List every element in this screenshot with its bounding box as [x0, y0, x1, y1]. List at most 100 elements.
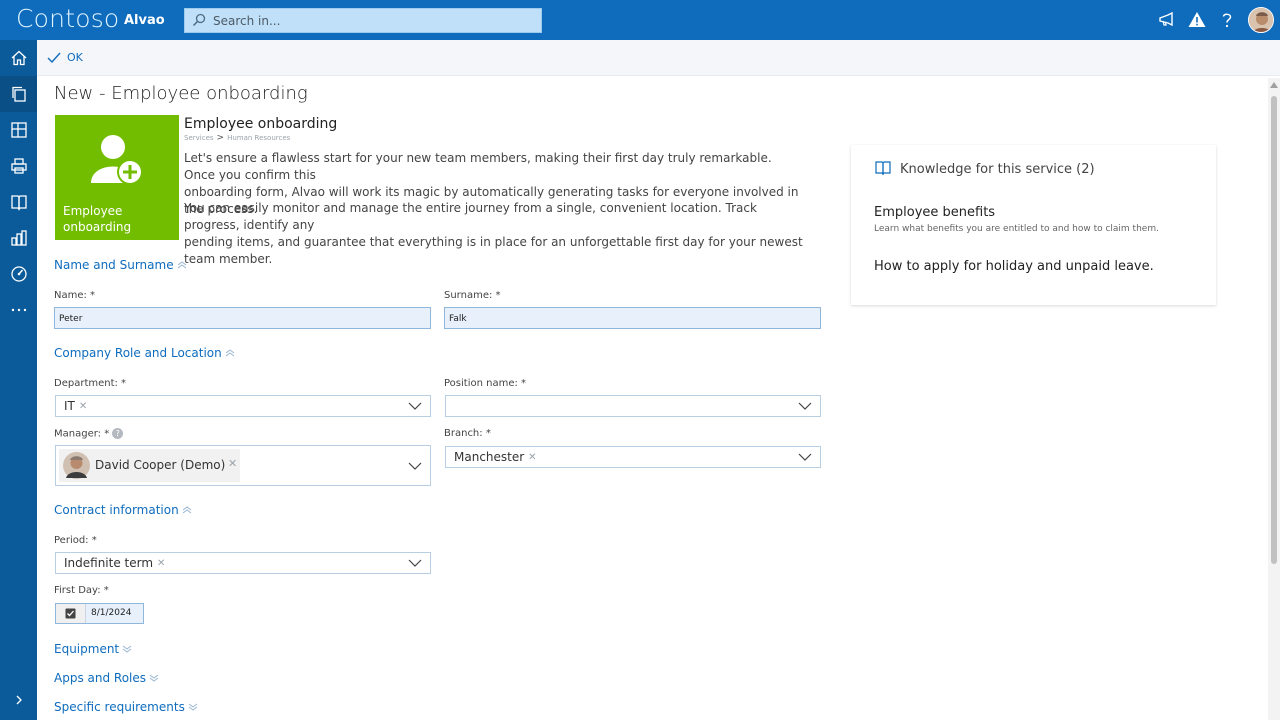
chevron-down-icon[interactable] — [408, 558, 422, 568]
manager-avatar — [63, 452, 90, 479]
gauge-icon — [10, 266, 27, 282]
brand-logo[interactable]: Contoso — [16, 4, 119, 33]
sidebar-item-dashboard[interactable] — [0, 256, 37, 292]
section-specific-requirements[interactable]: Specific requirements — [54, 700, 198, 714]
desc-line: pending items, and guarantee that everyt… — [184, 235, 803, 266]
scroll-up-icon[interactable] — [1270, 82, 1278, 88]
sidebar-item-assets[interactable] — [0, 148, 37, 184]
warning-icon[interactable] — [1187, 10, 1207, 30]
sidebar-item-knowledge[interactable] — [0, 184, 37, 220]
period-chip: Indefinite term ✕ — [64, 556, 165, 570]
knowledge-item-benefits-desc: Learn what benefits you are entitled to … — [874, 224, 1159, 234]
checkbox-checked-icon — [65, 608, 76, 619]
firstday-checkbox[interactable] — [56, 604, 86, 623]
book-icon — [875, 161, 891, 175]
chevron-down-icon[interactable] — [798, 401, 812, 411]
position-select[interactable] — [445, 395, 821, 417]
period-select[interactable]: Indefinite term ✕ — [55, 552, 431, 574]
manager-value: David Cooper (Demo) — [95, 458, 226, 472]
scroll-thumb[interactable] — [1271, 96, 1277, 564]
chevron-up-icon — [225, 349, 235, 357]
section-name-surname[interactable]: Name and Surname — [54, 258, 187, 272]
breadcrumb-services[interactable]: Services — [184, 134, 214, 142]
tile-label: Employee onboarding — [63, 204, 132, 234]
firstday-field[interactable]: 8/1/2024 — [55, 603, 144, 624]
surname-label: Surname: * — [444, 290, 501, 301]
chevron-up-icon — [182, 506, 192, 514]
ok-label: OK — [67, 51, 83, 64]
help-icon[interactable] — [1217, 10, 1237, 30]
section-apps-roles[interactable]: Apps and Roles — [54, 671, 159, 685]
section-contract[interactable]: Contract information — [54, 503, 192, 517]
service-description-2: You can easily monitor and manage the en… — [184, 200, 804, 268]
search-input[interactable] — [213, 11, 533, 31]
checkmark-icon — [47, 52, 61, 63]
search-box[interactable] — [184, 8, 542, 33]
section-title: Specific requirements — [54, 700, 185, 714]
user-avatar[interactable] — [1248, 7, 1274, 33]
chevron-down-icon[interactable] — [798, 452, 812, 462]
firstday-label: First Day: * — [54, 585, 109, 596]
app-name[interactable]: Alvao — [124, 13, 165, 28]
sidebar-expand[interactable] — [0, 682, 37, 718]
manager-chip: David Cooper (Demo) ✕ — [59, 449, 240, 482]
service-tile: Employee onboarding — [55, 115, 179, 240]
name-field[interactable]: Peter — [54, 307, 431, 329]
chevron-up-icon — [177, 261, 186, 269]
section-title: Apps and Roles — [54, 671, 147, 685]
department-select[interactable]: IT ✕ — [55, 395, 431, 417]
department-label: Department: * — [54, 378, 127, 389]
manager-select[interactable]: David Cooper (Demo) ✕ — [55, 445, 431, 486]
printer-icon — [10, 158, 27, 174]
chevron-down-icon[interactable] — [408, 401, 422, 411]
section-title: Equipment — [54, 642, 120, 656]
sidebar-item-reports[interactable] — [0, 220, 37, 256]
breadcrumb: Services > Human Resources — [184, 133, 290, 143]
sidebar-item-boards[interactable] — [0, 112, 37, 148]
home-icon — [11, 50, 26, 66]
chevron-down-icon[interactable] — [408, 461, 422, 471]
department-value: IT — [64, 399, 75, 413]
toolbar: OK — [37, 40, 1280, 76]
page-scrollbar[interactable] — [1268, 78, 1280, 720]
desc-line: You can easily monitor and manage the en… — [184, 201, 757, 232]
chart-icon — [10, 230, 27, 246]
remove-icon[interactable]: ✕ — [528, 452, 536, 463]
section-title: Name and Surname — [54, 258, 174, 272]
breadcrumb-human-resources[interactable]: Human Resources — [227, 134, 290, 142]
section-title: Company Role and Location — [54, 346, 222, 360]
chevron-down-icon — [188, 703, 198, 711]
more-icon — [11, 308, 26, 312]
sidebar-item-more[interactable] — [0, 292, 37, 328]
position-label: Position name: * — [444, 378, 527, 389]
remove-icon[interactable]: ✕ — [157, 558, 165, 569]
knowledge-panel: Knowledge for this service (2) Employee … — [851, 145, 1216, 305]
section-equipment[interactable]: Equipment — [54, 642, 132, 656]
manager-label: Manager: *? — [54, 428, 124, 440]
surname-field[interactable]: Falk — [444, 307, 821, 329]
ok-button[interactable]: OK — [47, 51, 83, 64]
sidebar — [0, 40, 37, 720]
firstday-value: 8/1/2024 — [91, 608, 132, 618]
chevron-down-icon — [122, 645, 132, 653]
remove-icon[interactable]: ✕ — [228, 457, 237, 470]
service-title: Employee onboarding — [184, 116, 338, 132]
department-chip: IT ✕ — [64, 399, 87, 413]
knowledge-item-holiday[interactable]: How to apply for holiday and unpaid leav… — [874, 259, 1154, 274]
megaphone-icon[interactable] — [1157, 10, 1177, 30]
remove-icon[interactable]: ✕ — [79, 401, 87, 412]
section-company-role[interactable]: Company Role and Location — [54, 346, 235, 360]
sidebar-item-services[interactable] — [0, 76, 37, 112]
breadcrumb-separator-icon: > — [216, 133, 225, 143]
branch-label: Branch: * — [444, 428, 491, 439]
period-value: Indefinite term — [64, 556, 154, 570]
knowledge-item-benefits[interactable]: Employee benefits — [874, 205, 995, 220]
sidebar-item-home[interactable] — [0, 40, 37, 76]
help-icon[interactable]: ? — [112, 428, 124, 439]
branch-select[interactable]: Manchester ✕ — [445, 446, 821, 468]
branch-value: Manchester — [454, 450, 525, 464]
chevron-right-icon — [16, 695, 22, 705]
knowledge-title: Knowledge for this service (2) — [900, 162, 1095, 177]
period-label: Period: * — [54, 535, 97, 546]
book-icon — [10, 195, 27, 211]
